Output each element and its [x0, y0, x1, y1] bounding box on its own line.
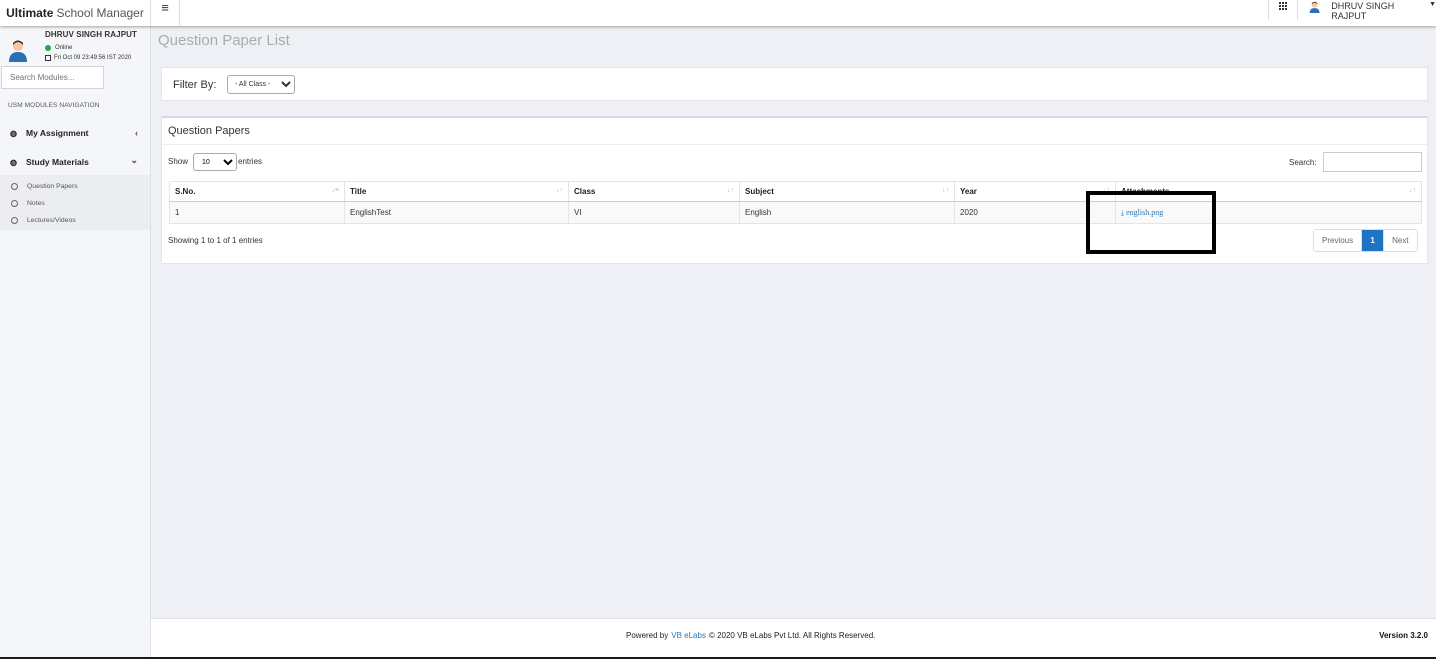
vb-elabs-link[interactable]: VB eLabs — [671, 631, 706, 640]
page-title: Question Paper List — [158, 32, 290, 49]
cell-title: EnglishTest — [344, 201, 569, 224]
circle-icon — [11, 200, 18, 207]
search-label: Search: — [1289, 158, 1317, 167]
card-title: Question Papers — [168, 125, 250, 137]
sidebar-subitem-question-papers[interactable]: Question Papers — [0, 178, 150, 195]
subitem-label: Question Papers — [27, 183, 78, 190]
user-dropdown[interactable]: DHRUV SINGH RAJPUT ▼ — [1297, 0, 1436, 21]
filter-card: Filter By: - All Class - — [161, 67, 1428, 101]
column-header-sno[interactable]: S.No. ↓≡ — [169, 181, 345, 202]
page-1-button[interactable]: 1 — [1361, 230, 1384, 251]
column-header-attachments[interactable]: Attachments ↓↑ — [1115, 181, 1422, 202]
user-avatar-icon — [1309, 1, 1320, 14]
attachment-download-link[interactable]: ⤓ english.png — [1121, 208, 1163, 217]
next-page-button[interactable]: Next — [1383, 230, 1417, 251]
apps-grid-icon[interactable] — [1268, 0, 1297, 20]
cell-class: VI — [568, 201, 740, 224]
subitem-label: Lectures/Videos — [27, 217, 76, 224]
show-label: Show — [168, 157, 189, 166]
chevron-left-icon: ‹ — [135, 128, 138, 138]
footer-text: Powered by VB eLabs © 2020 VB eLabs Pvt Lt… — [626, 631, 875, 640]
attachment-filename: english.png — [1126, 207, 1164, 217]
nav-header: USM MODULES NAVIGATION — [8, 102, 100, 109]
sidebar-user-name: DHRUV SINGH RAJPUT — [45, 30, 138, 39]
table-info-text: Showing 1 to 1 of 1 entries — [168, 236, 263, 245]
search-modules-input[interactable] — [1, 66, 104, 89]
subitem-label: Notes — [27, 200, 45, 207]
cell-attachment: ⤓ english.png — [1115, 201, 1422, 224]
version-text: Version 3.2.0 — [1379, 631, 1428, 640]
sort-icon: ↓↑ — [556, 187, 563, 194]
sort-icon: ↓↑ — [1103, 187, 1110, 194]
user-avatar — [9, 40, 27, 62]
question-papers-card: Question Papers Show 10 entries Search: … — [161, 116, 1428, 264]
brand-bold-text: Ultimate — [6, 6, 54, 20]
card-divider — [162, 144, 1427, 145]
status-text: Online — [55, 45, 73, 51]
hamburger-menu-icon[interactable]: ≡ — [151, 0, 180, 26]
online-dot-icon — [45, 45, 51, 51]
brand-light-text: School Manager — [56, 6, 144, 20]
sidebar-item-label: My Assignment — [26, 128, 89, 138]
sort-icon: ↓↑ — [1409, 187, 1416, 194]
download-icon: ⤓ — [1121, 208, 1125, 217]
cell-subject: English — [739, 201, 955, 224]
column-header-year[interactable]: Year ↓↑ — [954, 181, 1116, 202]
circle-icon — [11, 183, 18, 190]
table-header-row: S.No. ↓≡ Title ↓↑ Class ↓↑ Subject ↓↑ Year ↓↑… — [169, 181, 1422, 202]
cell-sno: 1 — [169, 201, 345, 224]
user-panel: DHRUV SINGH RAJPUT Online Fri Oct 09 23:… — [0, 26, 151, 66]
sort-icon: ↓↑ — [727, 187, 734, 194]
brand-logo[interactable]: Ultimate School Manager — [0, 0, 151, 26]
online-status: Online — [45, 45, 72, 51]
circle-icon — [11, 217, 18, 224]
sidebar-item-my-assignment[interactable]: ◍ My Assignment ‹ — [0, 119, 150, 147]
study-materials-submenu: Question Papers Notes Lectures/Videos — [0, 175, 150, 230]
question-papers-table: S.No. ↓≡ Title ↓↑ Class ↓↑ Subject ↓↑ Year ↓↑… — [169, 181, 1422, 224]
entries-label: entries — [238, 157, 263, 166]
login-datetime: Fri Oct 09 23:49:56 IST 2020 — [45, 55, 131, 61]
dashboard-icon: ◍ — [10, 157, 17, 167]
powered-by-text: Powered by — [626, 631, 669, 640]
sidebar-item-study-materials[interactable]: ◍ Study Materials ⌄ — [0, 148, 150, 176]
top-navbar: Ultimate School Manager ≡ DHRUV SINGH RA… — [0, 0, 1436, 26]
sidebar-subitem-notes[interactable]: Notes — [0, 195, 150, 212]
main-content: Question Paper List Filter By: - All Cla… — [151, 26, 1436, 618]
caret-down-icon: ▼ — [1429, 1, 1436, 8]
dashboard-icon: ◍ — [10, 128, 17, 138]
column-header-title[interactable]: Title ↓↑ — [344, 181, 569, 202]
copyright-text: © 2020 VB eLabs Pvt Ltd. All Rights Rese… — [708, 631, 876, 640]
class-filter-select[interactable]: - All Class - — [227, 75, 295, 94]
sidebar: DHRUV SINGH RAJPUT Online Fri Oct 09 23:… — [0, 26, 151, 657]
footer: Powered by VB eLabs © 2020 VB eLabs Pvt Lt… — [151, 618, 1436, 657]
sort-asc-icon: ↓≡ — [331, 187, 339, 194]
column-header-class[interactable]: Class ↓↑ — [568, 181, 740, 202]
topbar-user-name: DHRUV SINGH RAJPUT — [1331, 1, 1395, 21]
chevron-down-icon: ⌄ — [130, 155, 138, 165]
sort-icon: ↓↑ — [942, 187, 949, 194]
pagination: Previous 1 Next — [1313, 229, 1418, 252]
filter-label: Filter By: — [173, 79, 217, 91]
column-header-subject[interactable]: Subject ↓↑ — [739, 181, 955, 202]
datetime-text: Fri Oct 09 23:49:56 IST 2020 — [54, 55, 132, 61]
table-row: 1 EnglishTest VI English 2020 ⤓ english.p… — [169, 201, 1422, 224]
previous-page-button[interactable]: Previous — [1314, 230, 1362, 251]
sidebar-item-label: Study Materials — [26, 157, 89, 167]
cell-year: 2020 — [954, 201, 1116, 224]
calendar-icon — [45, 55, 51, 61]
table-search-input[interactable] — [1323, 152, 1422, 172]
sidebar-subitem-lectures-videos[interactable]: Lectures/Videos — [0, 212, 150, 229]
entries-per-page-select[interactable]: 10 — [193, 153, 237, 171]
